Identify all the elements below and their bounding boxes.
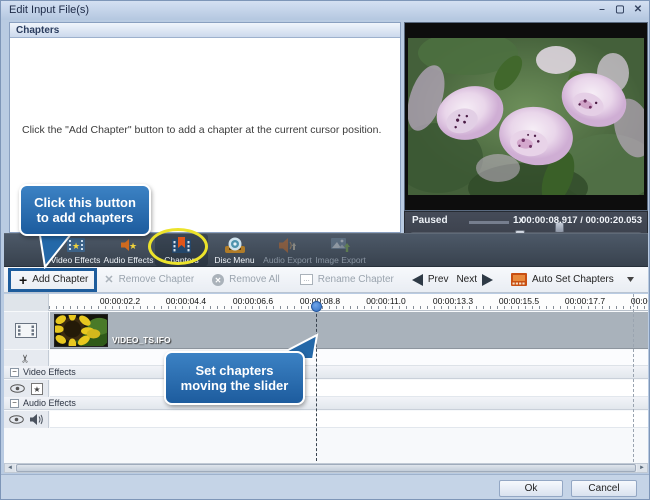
edit-input-files-dialog: Edit Input File(s) – ▢ ✕ Chapters Click … xyxy=(0,0,650,500)
video-preview xyxy=(404,22,648,211)
tab-audio-export: Audio Export xyxy=(261,234,314,266)
ruler-tick: 00:00:19.9 xyxy=(630,296,648,306)
speaker-icon[interactable] xyxy=(30,414,43,425)
audio-effects-row-header: − Audio Effects xyxy=(4,397,648,410)
footer: Ok Cancel xyxy=(1,474,649,499)
effect-star-icon[interactable]: ★ xyxy=(30,382,43,395)
prev-arrow-icon xyxy=(411,273,423,286)
svg-text:★: ★ xyxy=(33,385,40,394)
remove-chapter-button: ✕ Remove Chapter xyxy=(104,274,195,286)
add-chapter-highlight xyxy=(8,268,97,292)
ok-button[interactable]: Ok xyxy=(499,480,563,497)
callout-add-chapters: Click this button to add chapters xyxy=(19,184,151,236)
timeline-scrollbar[interactable]: ◄ ► xyxy=(4,463,648,473)
svg-text:…: … xyxy=(303,276,310,283)
scroll-right-icon[interactable]: ► xyxy=(637,464,647,472)
video-track-icon xyxy=(15,323,37,338)
audio-effects-icon: ★ xyxy=(120,236,137,254)
auto-set-chapters-button[interactable]: Auto Set Chapters xyxy=(507,269,638,291)
scissors-icon: ✂ xyxy=(20,353,33,363)
eye-icon[interactable] xyxy=(9,415,24,424)
eye-icon[interactable] xyxy=(9,384,25,393)
tab-disc-menu[interactable]: Disc Menu xyxy=(208,234,261,266)
remove-all-icon: ✕ xyxy=(212,273,225,286)
auto-set-chapters-icon xyxy=(511,273,528,286)
scissors-track[interactable] xyxy=(50,350,648,366)
clip-label: VIDEO_TS.IFO xyxy=(112,335,171,345)
chapters-hint-text: Click the "Add Chapter" button to add a … xyxy=(22,124,382,136)
feature-tabbar: ★ Video Effects ★ Audio Effects Chapters… xyxy=(4,233,648,267)
clip-thumbnail-sunflower[interactable] xyxy=(54,314,108,347)
chapter-toolbar: + Add Chapter ✕ Remove Chapter ✕ Remove … xyxy=(4,267,648,293)
collapse-audio-effects-icon[interactable]: − xyxy=(10,398,19,408)
timeline-cursor-thumb[interactable] xyxy=(311,301,322,312)
video-frame-foxglove-flowers xyxy=(408,38,644,195)
disc-menu-icon xyxy=(224,236,245,254)
speed-slider[interactable] xyxy=(469,221,564,233)
timeline-ruler[interactable]: 00:00:02.2 00:00:04.4 00:00:06.6 00:00:0… xyxy=(49,294,648,311)
image-export-icon xyxy=(331,236,350,254)
prev-chapter-button[interactable]: Prev xyxy=(408,269,453,291)
close-button[interactable]: ✕ xyxy=(631,3,645,17)
next-chapter-button[interactable]: Next xyxy=(452,269,497,291)
scrollbar-thumb[interactable] xyxy=(16,464,636,472)
video-effects-track[interactable] xyxy=(50,380,648,397)
tab-audio-effects[interactable]: ★ Audio Effects xyxy=(102,234,155,266)
callout-set-chapters: Set chapters moving the slider xyxy=(164,351,305,405)
next-arrow-icon xyxy=(482,273,494,286)
scroll-left-icon[interactable]: ◄ xyxy=(5,464,15,472)
window-title: Edit Input File(s) xyxy=(9,4,90,16)
titlebar: Edit Input File(s) – ▢ ✕ xyxy=(1,1,649,20)
dropdown-caret-icon xyxy=(626,277,634,282)
ruler-tick: 00:00:02.2 xyxy=(99,296,141,306)
tab-image-export: Image Export xyxy=(314,234,367,266)
svg-text:✕: ✕ xyxy=(215,276,222,285)
svg-text:★: ★ xyxy=(128,241,136,251)
audio-export-icon xyxy=(278,236,297,254)
chapters-panel-header: Chapters xyxy=(10,23,400,38)
audio-effects-track[interactable] xyxy=(50,411,648,428)
ruler-tick: 00:00:15.5 xyxy=(498,296,540,306)
ruler-tick: 00:00:06.6 xyxy=(232,296,274,306)
ruler-tick: 00:00:11.0 xyxy=(366,296,406,306)
rename-chapter-button: … Rename Chapter xyxy=(296,269,398,291)
maximize-button[interactable]: ▢ xyxy=(613,3,627,17)
timeline-end-marker xyxy=(633,294,634,462)
timeline-cursor-line xyxy=(316,304,317,461)
minimize-button[interactable]: – xyxy=(595,3,609,17)
collapse-video-effects-icon[interactable]: − xyxy=(10,367,19,377)
rename-icon: … xyxy=(299,274,313,285)
remove-x-icon: ✕ xyxy=(104,274,114,286)
video-track[interactable]: VIDEO_TS.IFO xyxy=(50,312,648,349)
video-effects-row-header: − Video Effects xyxy=(4,366,648,379)
timeline: 00:00:02.2 00:00:04.4 00:00:06.6 00:00:0… xyxy=(4,294,648,463)
remove-all-button: ✕ Remove All xyxy=(208,269,284,291)
ruler-tick: 00:00:04.4 xyxy=(165,296,207,306)
chapters-tab-highlight xyxy=(148,228,208,265)
ruler-tick: 00:00:13.3 xyxy=(432,296,474,306)
time-display: 00:00:08.917 / 00:00:20.053 xyxy=(521,215,642,226)
playback-status: Paused xyxy=(412,215,448,226)
ruler-tick: 00:00:17.7 xyxy=(564,296,606,306)
cancel-button[interactable]: Cancel xyxy=(571,480,637,497)
